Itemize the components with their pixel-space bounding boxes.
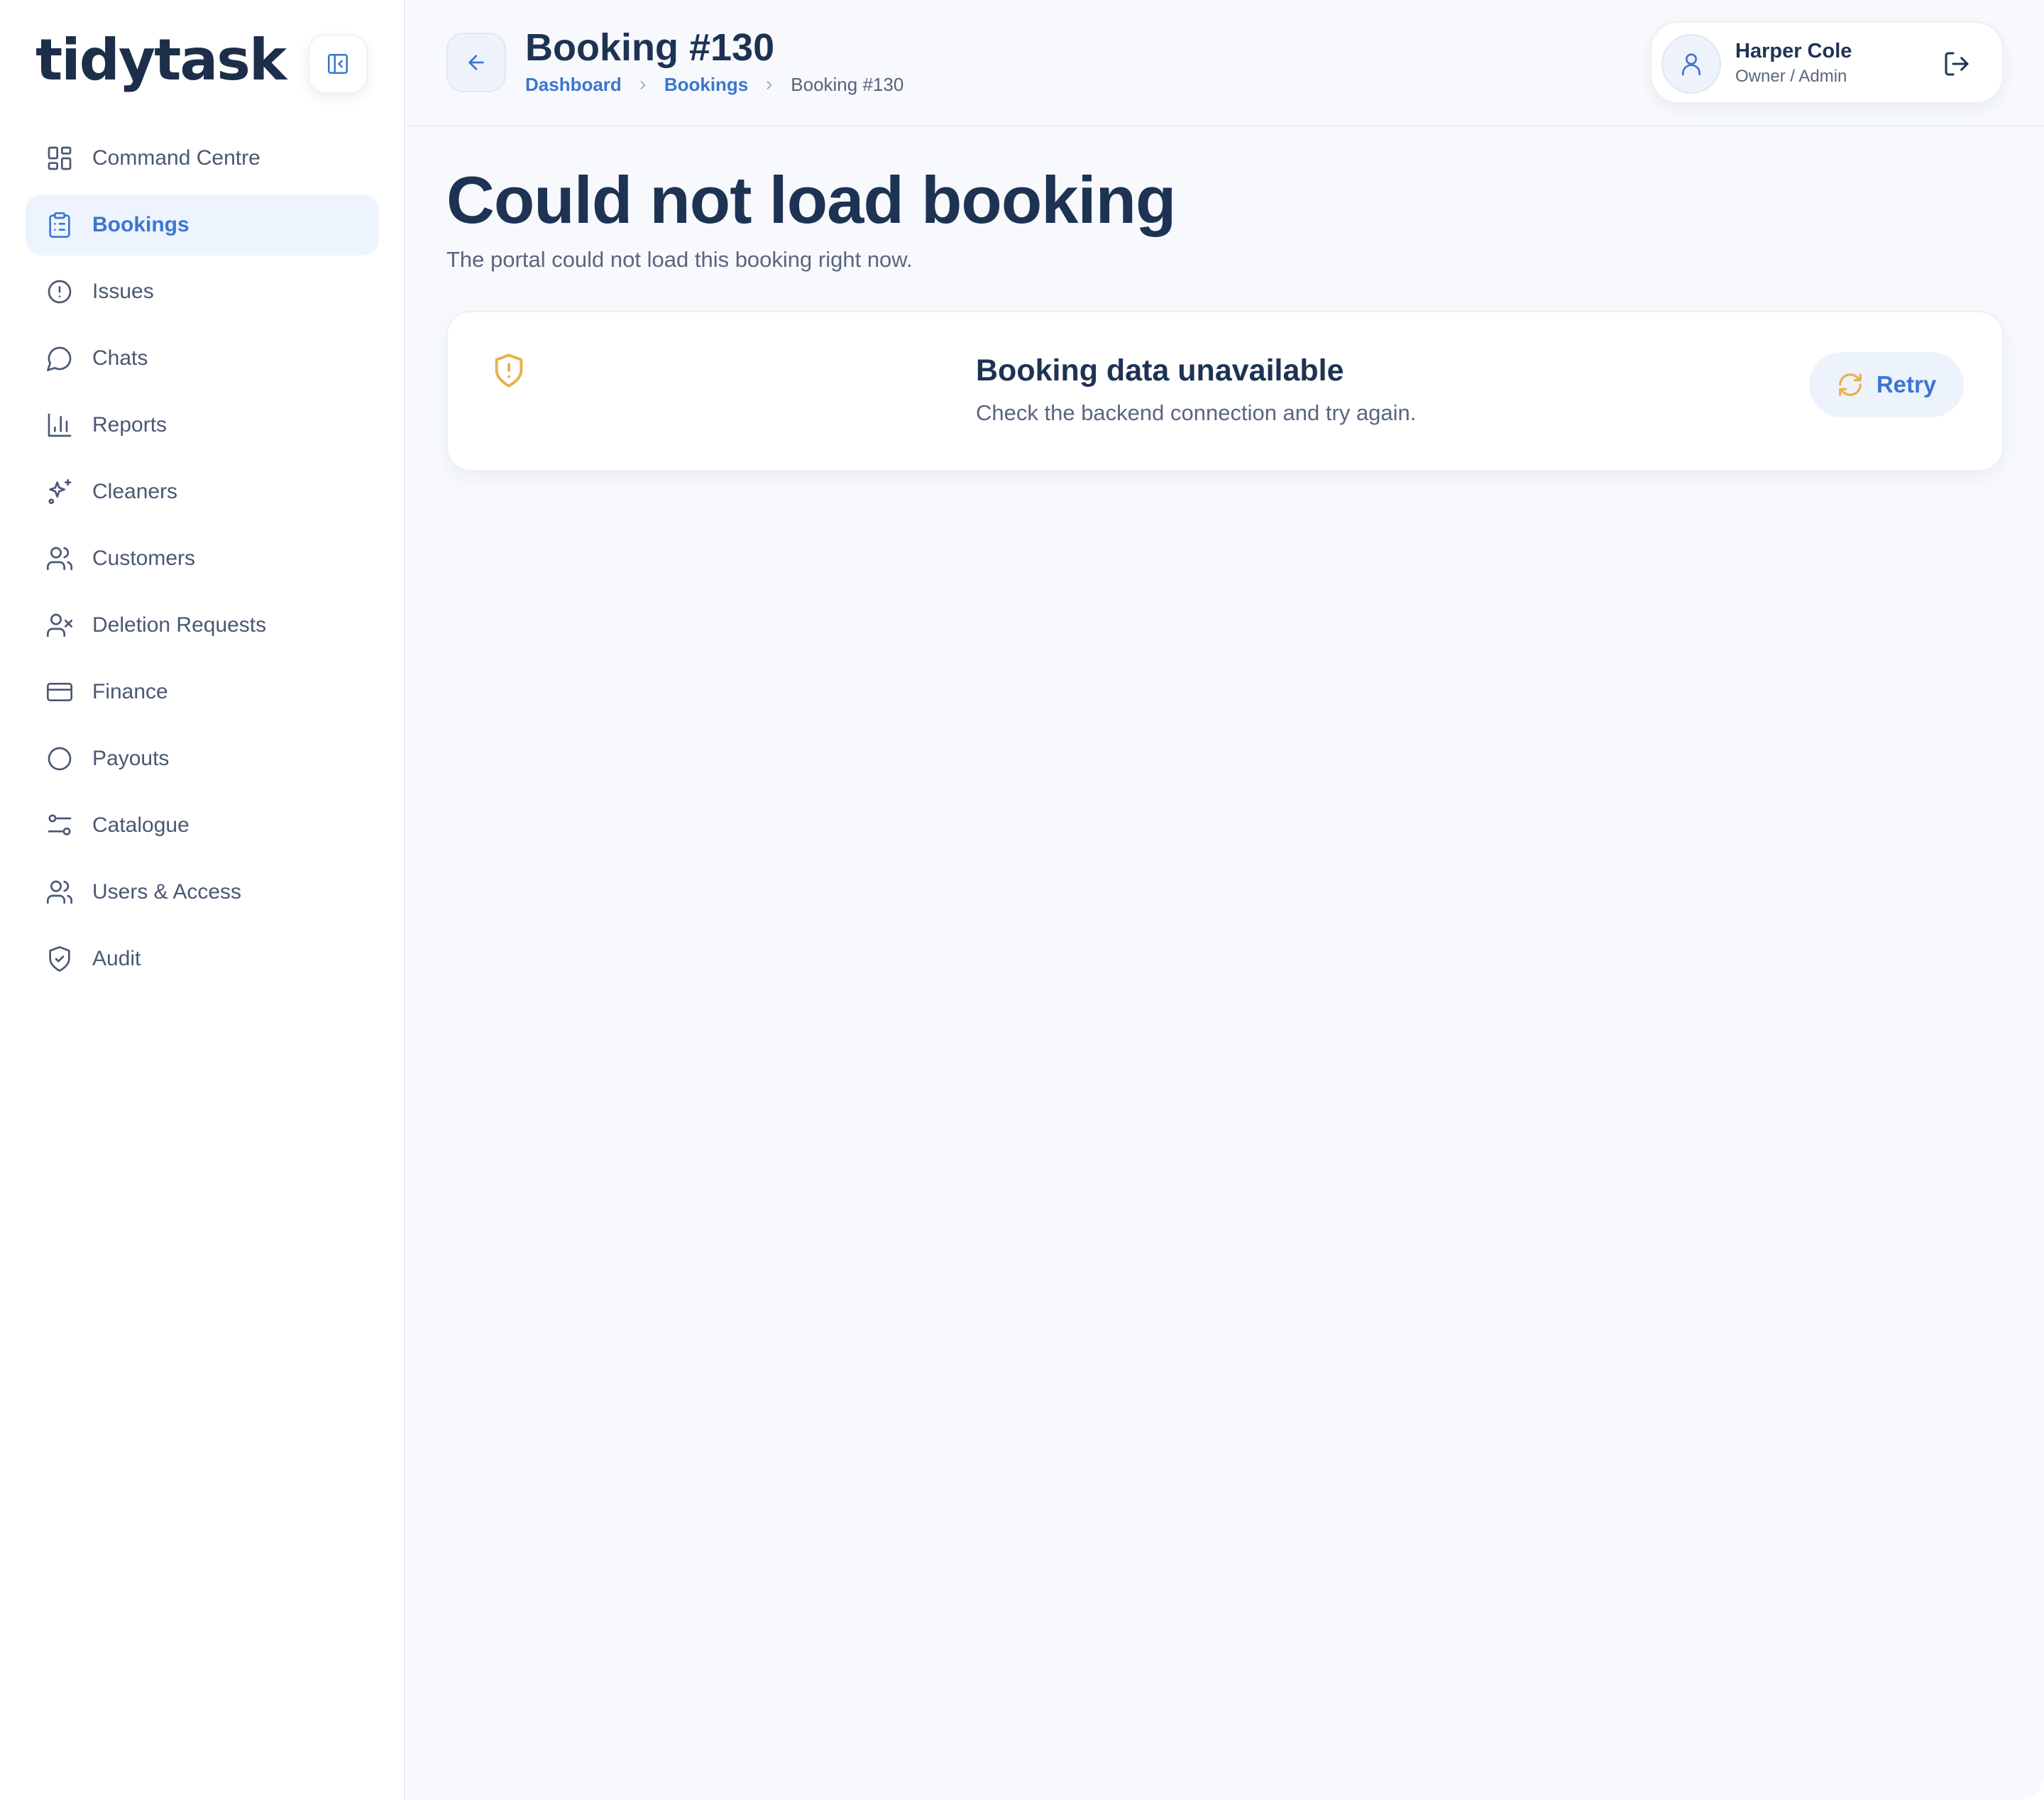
sidebar-item-audit[interactable]: Audit <box>26 928 379 989</box>
chevron-right-icon <box>636 78 650 92</box>
sparkles-icon <box>48 479 72 505</box>
sidebar-item-label: Payouts <box>92 747 170 770</box>
breadcrumb-dashboard-link[interactable]: Dashboard <box>525 74 622 96</box>
sliders-icon <box>48 814 72 835</box>
collapse-sidebar-button[interactable] <box>308 34 368 94</box>
sidebar-item-chats[interactable]: Chats <box>26 328 379 389</box>
sidebar-item-reports[interactable]: Reports <box>26 395 379 456</box>
sidebar-item-label: Deletion Requests <box>92 613 267 637</box>
sidebar-item-label: Users & Access <box>92 880 242 904</box>
breadcrumb-current: Booking #130 <box>791 74 904 95</box>
error-subtitle: The portal could not load this booking r… <box>446 247 913 272</box>
page-title: Booking #130 <box>525 26 775 69</box>
sidebar-item-cleaners[interactable]: Cleaners <box>26 461 379 522</box>
sidebar-nav: Command Centre Bookings Issues Chats Rep… <box>26 128 379 995</box>
error-alert-card: Booking data unavailable Check the backe… <box>446 311 2004 471</box>
breadcrumb-bookings-link[interactable]: Bookings <box>664 74 748 96</box>
users-icon <box>47 547 73 571</box>
brand-logo[interactable]: tidytask <box>35 27 287 93</box>
sidebar-item-finance[interactable]: Finance <box>26 662 379 723</box>
sidebar-item-label: Bookings <box>92 213 189 236</box>
user-icon <box>1682 53 1700 76</box>
sidebar-item-label: Cleaners <box>92 480 178 503</box>
avatar[interactable] <box>1661 34 1721 94</box>
shield-check-icon <box>49 946 70 972</box>
users-icon <box>47 880 73 904</box>
back-button[interactable] <box>446 33 506 92</box>
sidebar-item-label: Catalogue <box>92 813 189 837</box>
sidebar-item-label: Chats <box>92 346 148 370</box>
retry-button[interactable]: Retry <box>1809 352 1964 417</box>
sidebar-item-command-centre[interactable]: Command Centre <box>26 128 379 189</box>
sidebar: tidytask Command Centre Bookings Issues … <box>0 0 405 1800</box>
retry-label: Retry <box>1876 371 1937 397</box>
sidebar-item-label: Issues <box>92 280 154 303</box>
chevron-right-icon <box>762 78 776 92</box>
sidebar-item-payouts[interactable]: Payouts <box>26 728 379 789</box>
user-menu[interactable]: Harper Cole Owner / Admin <box>1650 21 2004 104</box>
top-header: Booking #130 Dashboard Bookings Booking … <box>407 0 2044 126</box>
sidebar-item-users-access[interactable]: Users & Access <box>26 862 379 923</box>
sidebar-item-deletion-requests[interactable]: Deletion Requests <box>26 595 379 656</box>
logout-button[interactable] <box>1941 48 1972 79</box>
chat-bubble-icon <box>47 346 72 371</box>
alert-message: Check the backend connection and try aga… <box>976 400 1417 425</box>
user-role: Owner / Admin <box>1735 67 1847 86</box>
sidebar-item-bookings[interactable]: Bookings <box>26 194 379 256</box>
user-name: Harper Cole <box>1735 40 1852 62</box>
sidebar-item-label: Command Centre <box>92 146 260 170</box>
alert-title: Booking data unavailable <box>976 353 1344 388</box>
clipboard-icon <box>49 212 70 238</box>
alert-circle-icon <box>48 280 72 304</box>
main-content: Booking #130 Dashboard Bookings Booking … <box>407 0 2044 1800</box>
sidebar-collapse-icon <box>327 53 348 75</box>
circle-icon <box>48 747 72 771</box>
shield-alert-icon <box>495 353 523 388</box>
sidebar-item-customers[interactable]: Customers <box>26 528 379 589</box>
credit-card-icon <box>47 683 72 701</box>
sidebar-item-label: Reports <box>92 413 167 437</box>
app-root: tidytask Command Centre Bookings Issues … <box>0 0 2044 1800</box>
user-x-icon <box>47 613 72 637</box>
refresh-icon <box>1838 373 1862 396</box>
grid-icon <box>48 146 72 170</box>
sidebar-item-catalogue[interactable]: Catalogue <box>26 795 379 856</box>
bar-chart-icon <box>48 413 72 437</box>
error-title: Could not load booking <box>446 163 1176 237</box>
sidebar-item-label: Finance <box>92 680 168 703</box>
sidebar-item-label: Customers <box>92 547 196 570</box>
logout-icon <box>1945 52 1969 76</box>
arrow-left-icon <box>468 55 484 70</box>
breadcrumb: Dashboard Bookings Booking #130 <box>525 74 903 96</box>
sidebar-item-issues[interactable]: Issues <box>26 261 379 322</box>
sidebar-item-label: Audit <box>92 947 141 970</box>
